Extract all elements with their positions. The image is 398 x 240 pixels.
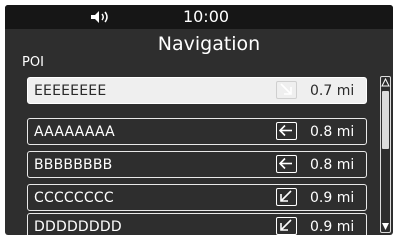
poi-row[interactable]: CCCCCCCC 0.9 mi	[27, 184, 367, 211]
clock: 10:00	[182, 7, 230, 26]
poi-distance: 0.9 mi	[310, 219, 355, 235]
scroll-down-icon[interactable]	[381, 222, 390, 231]
poi-name: AAAAAAAA	[34, 124, 115, 140]
arrow-left-icon	[276, 155, 297, 173]
poi-distance: 0.8 mi	[310, 157, 355, 173]
speaker-volume-icon[interactable]	[89, 10, 111, 24]
poi-distance: 0.9 mi	[310, 190, 355, 206]
arrow-down-left-icon	[276, 217, 297, 235]
poi-row[interactable]: DDDDDDDD 0.9 mi	[27, 213, 367, 235]
poi-distance: 0.7 mi	[310, 83, 355, 99]
scrollbar[interactable]	[380, 76, 391, 233]
navigation-screen: 10:00 Navigation POI EEEEEEEE 0.7 mi AAA…	[5, 5, 393, 235]
scroll-up-icon[interactable]	[381, 78, 390, 87]
status-bar: 10:00	[5, 5, 393, 29]
poi-row-selected[interactable]: EEEEEEEE 0.7 mi	[27, 77, 367, 104]
poi-distance: 0.8 mi	[310, 124, 355, 140]
arrow-down-right-icon	[276, 81, 297, 99]
poi-name: CCCCCCCC	[34, 190, 114, 206]
page-title: Navigation	[157, 33, 261, 55]
poi-name: EEEEEEEE	[34, 83, 107, 99]
poi-name: DDDDDDDD	[34, 219, 122, 235]
arrow-left-icon	[276, 122, 297, 140]
section-label-poi: POI	[22, 55, 44, 70]
arrow-down-left-icon	[276, 188, 297, 206]
scrollbar-thumb[interactable]	[382, 91, 389, 149]
poi-row[interactable]: BBBBBBBB 0.8 mi	[27, 151, 367, 178]
poi-row[interactable]: AAAAAAAA 0.8 mi	[27, 118, 367, 145]
poi-name: BBBBBBBB	[34, 157, 113, 173]
